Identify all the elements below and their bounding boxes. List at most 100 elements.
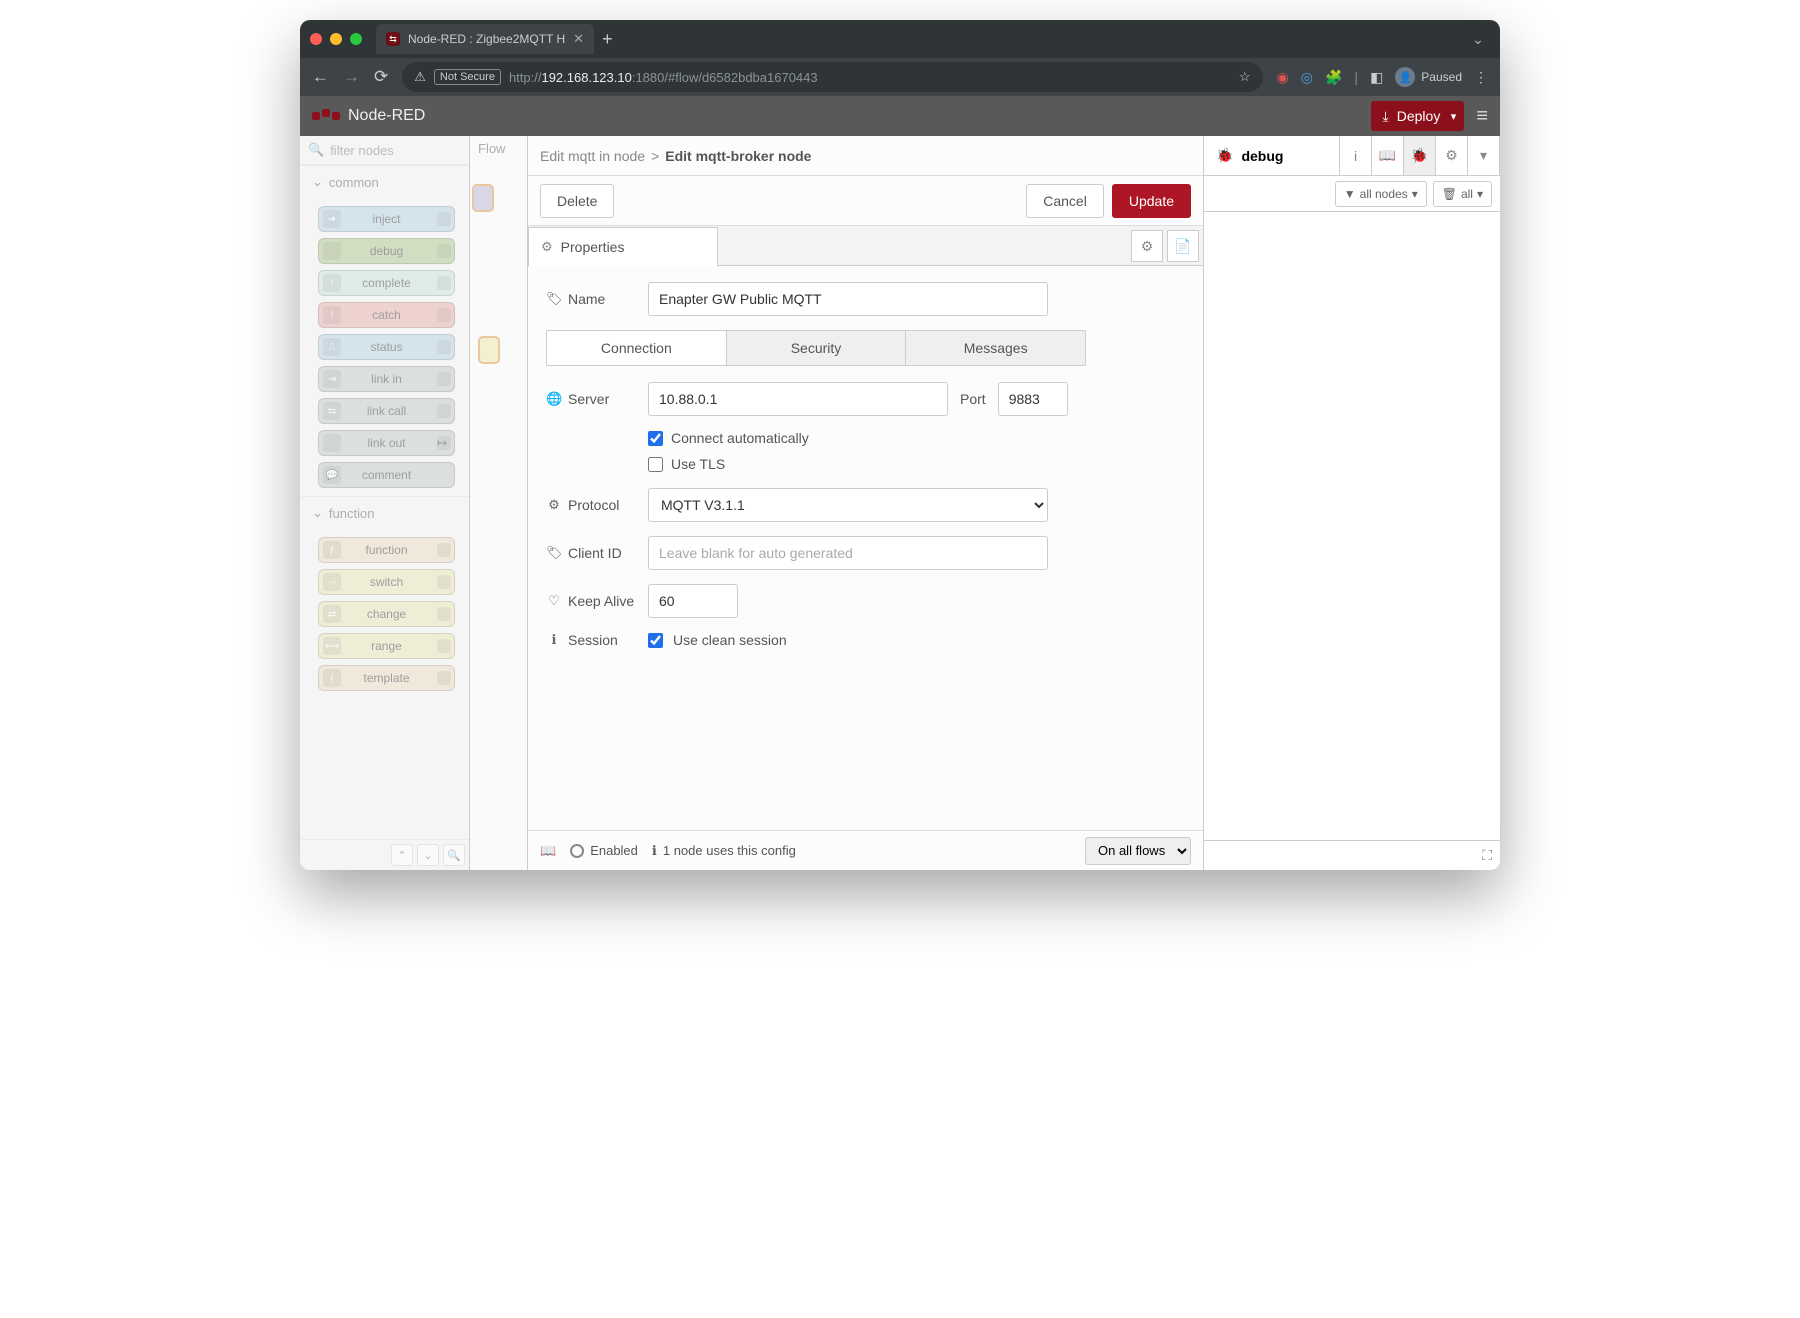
settings-icon-button[interactable]: ⚙ (1131, 230, 1163, 262)
side-panel-icon[interactable]: ◧ (1370, 69, 1383, 86)
protocol-select[interactable]: MQTT V3.1.1 (648, 488, 1048, 522)
filter-all-nodes-button[interactable]: ▼ all nodes ▾ (1335, 181, 1427, 207)
flow-scope-select[interactable]: On all flows (1085, 837, 1191, 865)
back-button[interactable]: ← (312, 67, 329, 87)
palette-node-inject[interactable]: ➜inject (318, 206, 455, 232)
keep-alive-input[interactable] (648, 584, 738, 618)
tab-messages[interactable]: Messages (906, 331, 1085, 365)
editor-tray: Edit mqtt in node > Edit mqtt-broker nod… (528, 136, 1204, 870)
client-id-input[interactable] (648, 536, 1048, 570)
server-input[interactable] (648, 382, 948, 416)
info-icon: ℹ (652, 843, 657, 859)
forward-button[interactable]: → (343, 67, 360, 87)
adblock-icon[interactable]: ◉ (1277, 69, 1289, 86)
url-box[interactable]: ⚠ Not Secure http://192.168.123.10:1880/… (402, 62, 1262, 92)
minimize-window-icon[interactable] (330, 33, 342, 45)
update-button[interactable]: Update (1112, 184, 1191, 218)
debug-tab-button[interactable]: 🐞 (1404, 136, 1436, 175)
search-icon: 🔍 (308, 142, 324, 158)
info-icon: ℹ (546, 632, 562, 648)
gear-icon: ⚙ (546, 497, 562, 513)
palette-search-button[interactable]: 🔍 (443, 844, 465, 866)
use-tls-checkbox[interactable] (648, 457, 663, 472)
app-header: Node-RED ⤓ Deploy ≡ (300, 96, 1500, 136)
tag-icon: 🏷 (546, 291, 562, 307)
globe-icon: 🌐 (546, 391, 562, 407)
palette-node-template[interactable]: {template (318, 665, 455, 691)
close-window-icon[interactable] (310, 33, 322, 45)
tab-close-icon[interactable]: ✕ (573, 31, 584, 47)
properties-tab[interactable]: ⚙ Properties (528, 227, 718, 266)
clean-session-checkbox[interactable] (648, 633, 663, 648)
chevron-down-icon[interactable]: ⌄ (1472, 31, 1490, 48)
extension-icon[interactable]: ◎ (1301, 69, 1313, 86)
palette-node-range[interactable]: ⟷range (318, 633, 455, 659)
heartbeat-icon: ♡ (546, 593, 562, 609)
palette-node-link-out[interactable]: link out↦ (318, 430, 455, 456)
expand-icon[interactable]: ⛶ (1482, 847, 1492, 864)
favicon-icon: ⇆ (386, 32, 400, 46)
port-input[interactable] (998, 382, 1068, 416)
kebab-menu-icon[interactable]: ⋮ (1474, 69, 1488, 86)
warning-icon: ⚠ (414, 69, 426, 85)
palette-node-change[interactable]: ⇄change (318, 601, 455, 627)
profile-button[interactable]: 👤 Paused (1395, 67, 1462, 87)
filter-input[interactable] (330, 143, 461, 158)
browser-tab-bar: ⇆ Node-RED : Zigbee2MQTT H ✕ + ⌄ (300, 20, 1500, 58)
info-tab-button[interactable]: i (1340, 136, 1372, 175)
chevron-down-icon[interactable]: ▾ (1468, 136, 1500, 175)
palette-collapse-button[interactable]: ⌃ (391, 844, 413, 866)
bookmark-icon[interactable]: ☆ (1239, 69, 1251, 85)
config-tab-button[interactable]: ⚙ (1436, 136, 1468, 175)
debug-title: debug (1241, 148, 1283, 164)
tab-connection[interactable]: Connection (547, 331, 727, 365)
app-title: Node-RED (348, 107, 425, 125)
tray-breadcrumb: Edit mqtt in node > Edit mqtt-broker nod… (528, 136, 1203, 176)
canvas-node[interactable] (478, 336, 500, 364)
bug-icon: 🐞 (1216, 147, 1233, 164)
book-icon[interactable]: 📖 (540, 843, 556, 859)
app-logo[interactable]: Node-RED (312, 107, 425, 125)
extensions-icon[interactable]: 🧩 (1325, 69, 1342, 86)
delete-button[interactable]: Delete (540, 184, 614, 218)
category-function[interactable]: ⌄function (300, 496, 469, 529)
reload-button[interactable]: ⟳ (374, 67, 388, 87)
category-common[interactable]: ⌄common (300, 165, 469, 198)
config-tabs: Connection Security Messages (546, 330, 1086, 366)
debug-sidebar: 🐞 debug i 📖 🐞 ⚙ ▾ ▼ all nodes ▾ (1204, 136, 1500, 870)
trash-icon: 🗑 (1442, 187, 1457, 201)
url-text: http://192.168.123.10:1880/#flow/d6582bd… (509, 70, 818, 85)
palette-node-debug[interactable]: debug (318, 238, 455, 264)
doc-icon-button[interactable]: 📄 (1167, 230, 1199, 262)
palette-node-link-in[interactable]: ⇥link in (318, 366, 455, 392)
filter-icon: ▼ (1344, 187, 1356, 201)
help-tab-button[interactable]: 📖 (1372, 136, 1404, 175)
palette-node-link-call[interactable]: ⇆link call (318, 398, 455, 424)
palette-node-status[interactable]: ⎍status (318, 334, 455, 360)
cancel-button[interactable]: Cancel (1026, 184, 1104, 218)
palette-node-catch[interactable]: !catch (318, 302, 455, 328)
palette-node-function[interactable]: ƒfunction (318, 537, 455, 563)
canvas-node[interactable] (472, 184, 494, 212)
enabled-toggle[interactable]: Enabled (570, 843, 638, 858)
deploy-button[interactable]: ⤓ Deploy (1371, 101, 1465, 131)
tab-security[interactable]: Security (727, 331, 907, 365)
hamburger-menu-icon[interactable]: ≡ (1476, 105, 1488, 128)
palette-filter[interactable]: 🔍 (300, 136, 469, 165)
node-palette: 🔍 ⌄common ➜inject debug !complete !catch… (300, 136, 470, 870)
toolbar-icons: ◉ ◎ 🧩 | ◧ 👤 Paused ⋮ (1277, 67, 1488, 87)
breadcrumb-prev[interactable]: Edit mqtt in node (540, 148, 645, 164)
tag-icon: 🏷 (546, 545, 562, 561)
palette-node-comment[interactable]: 💬comment (318, 462, 455, 488)
maximize-window-icon[interactable] (350, 33, 362, 45)
new-tab-button[interactable]: + (602, 29, 613, 50)
browser-tab[interactable]: ⇆ Node-RED : Zigbee2MQTT H ✕ (376, 24, 594, 54)
connect-auto-checkbox[interactable] (648, 431, 663, 446)
palette-expand-button[interactable]: ⌄ (417, 844, 439, 866)
name-input[interactable] (648, 282, 1048, 316)
clear-all-button[interactable]: 🗑 all ▾ (1433, 181, 1492, 207)
address-bar: ← → ⟳ ⚠ Not Secure http://192.168.123.10… (300, 58, 1500, 96)
palette-node-complete[interactable]: !complete (318, 270, 455, 296)
flow-tab[interactable]: Flow (478, 141, 505, 156)
palette-node-switch[interactable]: ⤙switch (318, 569, 455, 595)
